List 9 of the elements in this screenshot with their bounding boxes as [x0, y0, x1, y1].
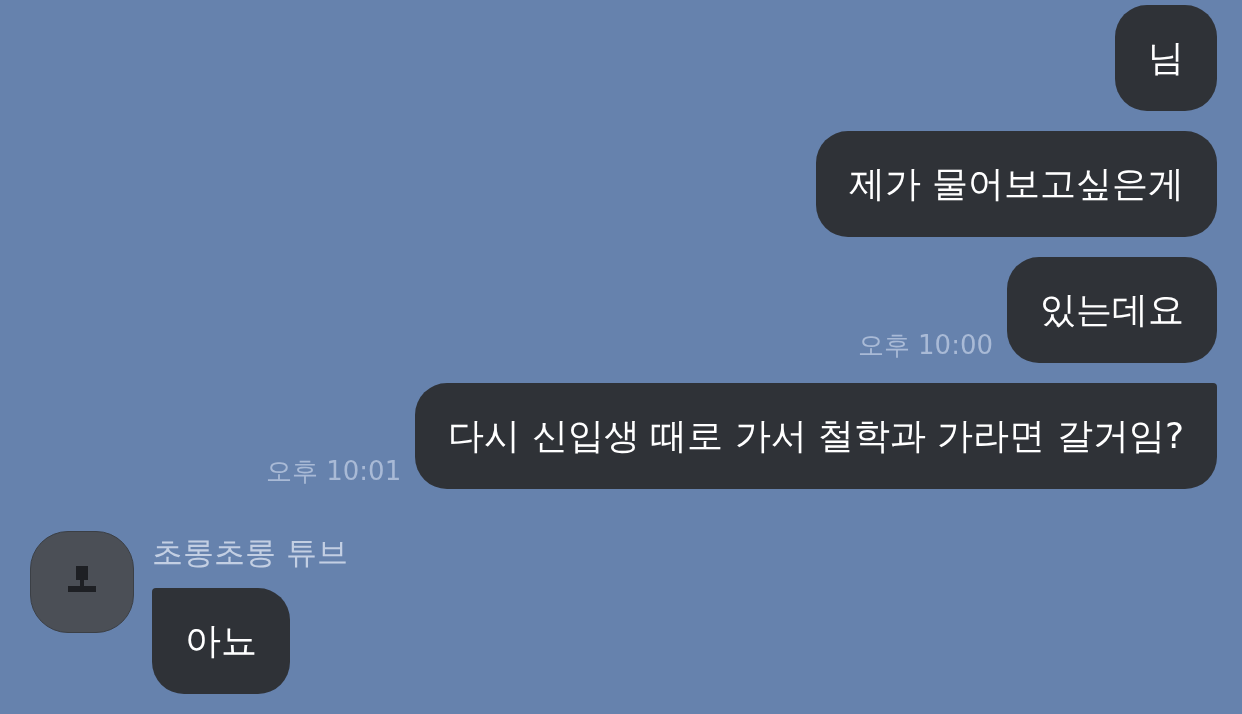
message-time: 오후 10:00: [857, 329, 993, 361]
message-bubble: 제가 물어보고싶은게: [815, 131, 1217, 237]
message-bubble: 님: [1115, 5, 1217, 111]
message-bubble: 다시 신입생 때로 가서 철학과 가라면 갈거임?: [415, 383, 1217, 489]
avatar[interactable]: [30, 531, 134, 633]
message-time: 오후 10:01: [266, 455, 402, 487]
message-bubble: 아뇨: [152, 588, 290, 694]
sender-name: 초롱초롱 튜브: [152, 534, 348, 570]
message-bubble: 있는데요: [1007, 257, 1217, 363]
